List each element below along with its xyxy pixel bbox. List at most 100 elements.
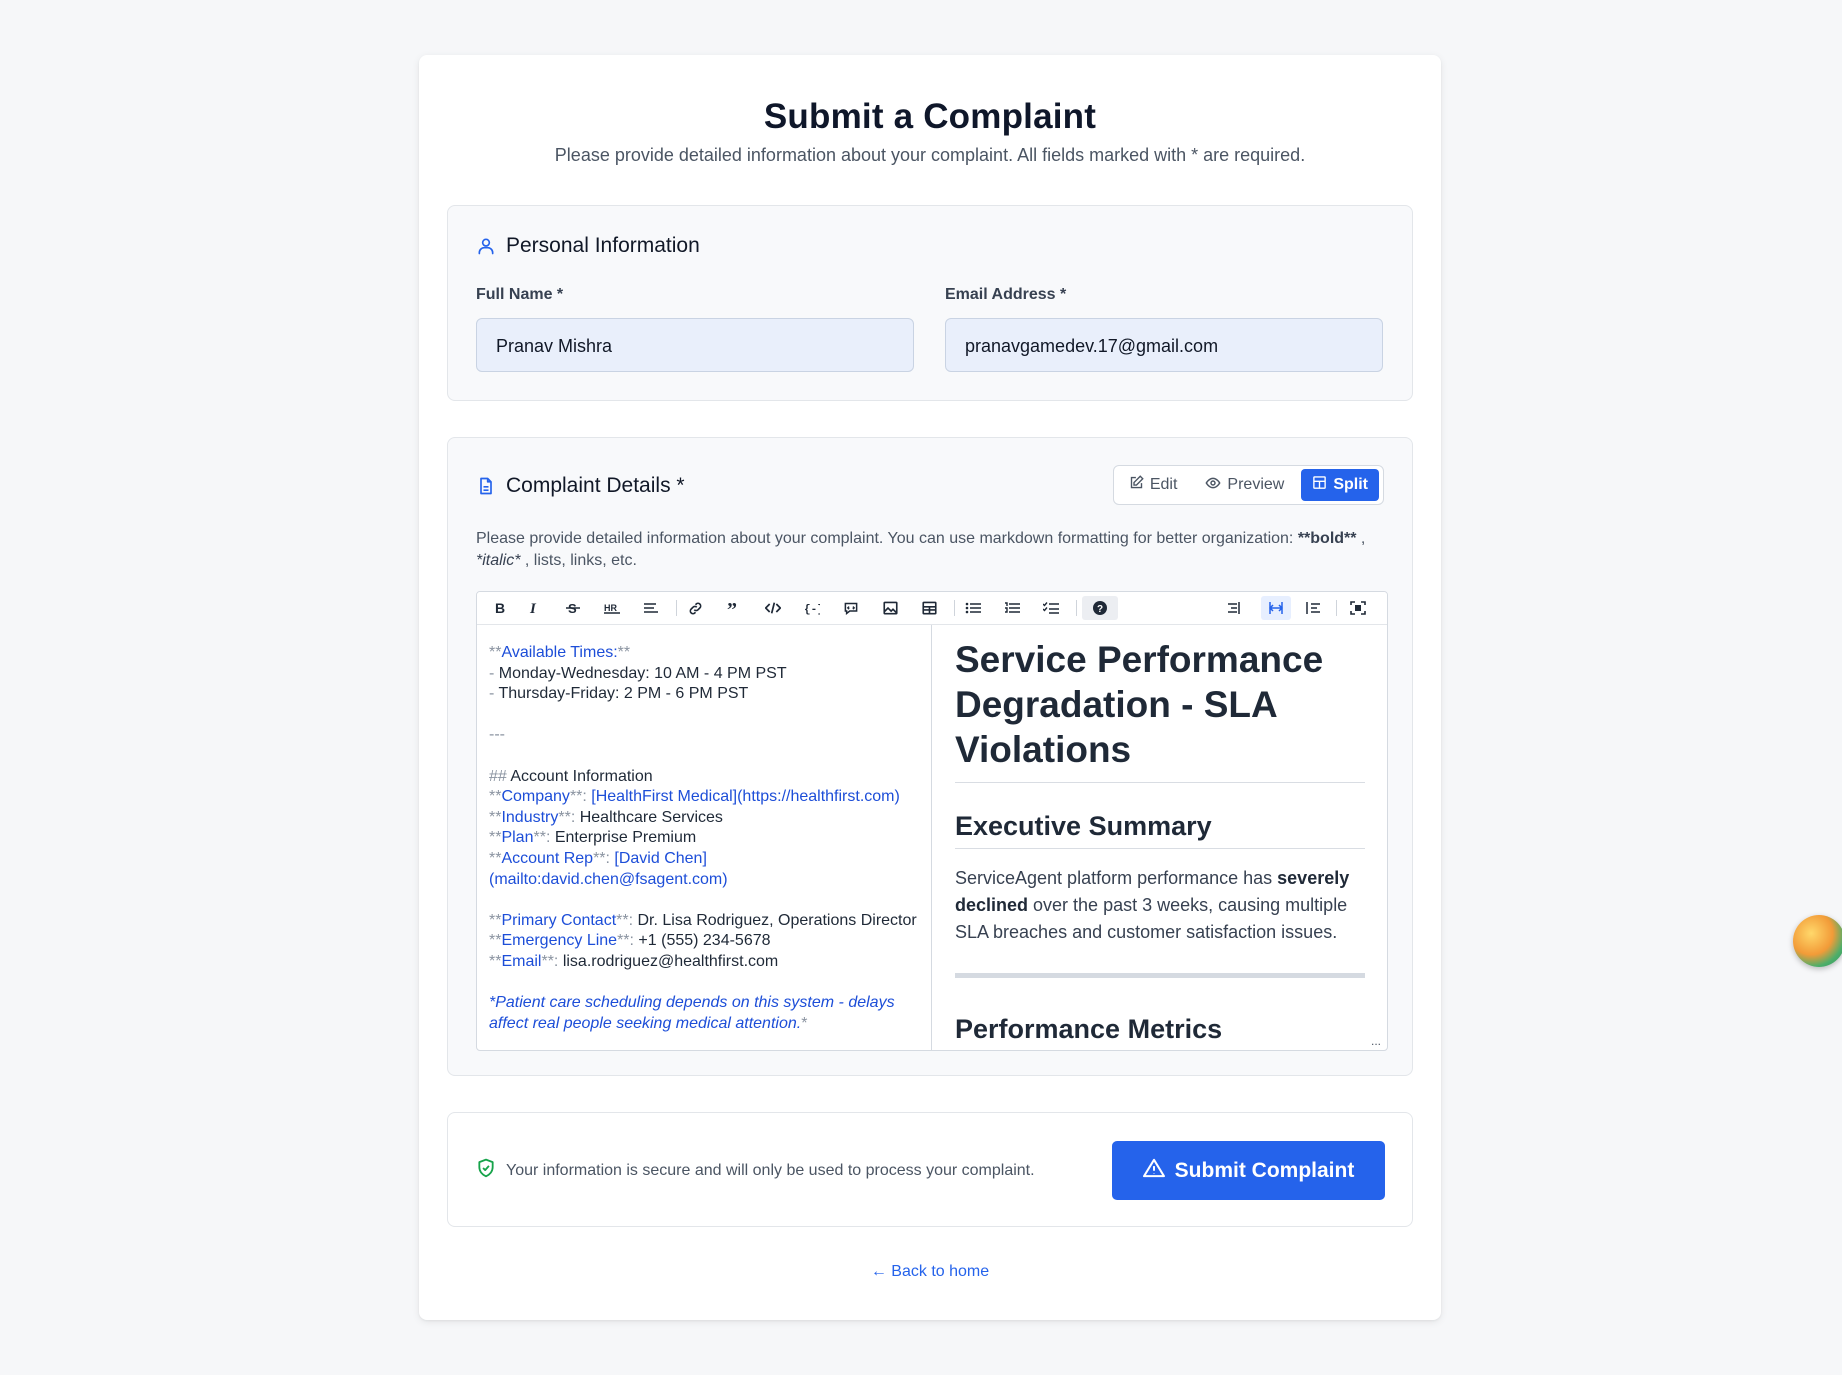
checked-list-icon[interactable] — [1038, 596, 1064, 620]
split-view-icon — [1312, 475, 1327, 495]
md-marker: ** — [489, 911, 502, 929]
security-text: Your information is secure and will only… — [506, 1161, 1035, 1179]
preview-divider — [955, 973, 1365, 978]
md-marker: ** — [489, 644, 502, 661]
quote-icon[interactable]: ” — [721, 596, 747, 620]
md-marker: ** — [489, 849, 502, 867]
ordered-list-icon[interactable] — [999, 596, 1025, 620]
complaint-card: Submit a Complaint Please provide detail… — [419, 55, 1441, 1320]
bold-icon[interactable]: B — [487, 596, 513, 620]
complaint-details-section: Complaint Details * Edit Preview Split P… — [447, 437, 1413, 1076]
source-line: **Industry**: Healthcare Services — [489, 808, 931, 829]
md-marker: **: — [541, 952, 563, 970]
md-text: Healthcare Services — [579, 808, 723, 826]
image-icon[interactable] — [877, 596, 903, 620]
md-marker: **: — [593, 849, 615, 867]
markdown-source-pane[interactable]: **Available Times:** - Monday-Wednesday:… — [477, 625, 932, 1050]
md-marker: ** — [489, 808, 502, 826]
md-bold-text: Primary Contact — [501, 911, 617, 929]
edit-mode-button[interactable]: Edit — [1118, 469, 1189, 501]
preview-text: ServiceAgent platform performance has — [955, 868, 1278, 888]
security-notice: Your information is secure and will only… — [476, 1158, 1035, 1183]
source-line: *Patient care scheduling depends on this… — [489, 994, 895, 1012]
toolbar-separator — [1336, 600, 1337, 616]
editor-toolbar: B I S HR ” {-} ? — [477, 592, 1387, 625]
strikethrough-icon[interactable]: S — [560, 596, 586, 620]
source-line: **Plan**: Enterprise Premium — [489, 828, 931, 849]
md-bold-text: Industry — [501, 808, 559, 826]
source-line: **Emergency Line**: +1 (555) 234-5678 — [489, 931, 931, 952]
md-marker: **: — [558, 808, 580, 826]
split-mode-icon[interactable] — [1261, 596, 1291, 620]
document-icon — [476, 476, 496, 496]
eye-icon — [1205, 475, 1221, 496]
submit-section: Your information is secure and will only… — [447, 1112, 1413, 1227]
source-line — [489, 890, 931, 911]
source-line: **Account Rep**: [David Chen] — [489, 849, 931, 870]
complaint-details-title: Complaint Details * — [506, 474, 685, 497]
preview-mode-label: Preview — [1227, 476, 1285, 493]
source-line: ## Account Information — [489, 767, 931, 788]
edit-mode-icon[interactable] — [1222, 596, 1248, 620]
md-marker: ** — [489, 932, 502, 950]
table-icon[interactable] — [916, 596, 942, 620]
comment-icon[interactable] — [838, 596, 864, 620]
source-line: - Monday-Wednesday: 10 AM - 4 PM PST — [489, 664, 931, 685]
md-text: Thursday-Friday: 2 PM - 6 PM PST — [498, 685, 749, 703]
md-bold-text: Plan — [501, 829, 534, 847]
fullscreen-icon[interactable] — [1343, 596, 1373, 620]
submit-label: Submit Complaint — [1174, 1158, 1355, 1182]
toolbar-separator — [676, 600, 677, 616]
md-marker: **: — [533, 829, 555, 847]
full-name-input[interactable]: Pranav Mishra — [476, 318, 914, 372]
split-mode-button[interactable]: Split — [1301, 469, 1379, 501]
md-bold-text: Account Rep — [501, 849, 594, 867]
md-marker: **: — [617, 932, 639, 950]
full-name-label: Full Name * — [476, 286, 564, 303]
email-input[interactable]: pranavgamedev.17@gmail.com — [945, 318, 1383, 372]
preview-heading-1: Service Performance Degradation - SLA Vi… — [955, 637, 1365, 783]
floating-assistant-avatar[interactable] — [1793, 915, 1842, 967]
hint-italic: *italic* — [476, 552, 521, 569]
source-line: **Available Times:** — [489, 643, 931, 664]
help-icon[interactable]: ? — [1082, 596, 1118, 620]
preview-heading-2: Executive Summary — [955, 809, 1365, 849]
svg-text:I: I — [529, 601, 537, 615]
heading-icon[interactable]: HR — [599, 596, 625, 620]
md-text: lisa.rodriguez@healthfirst.com — [562, 952, 779, 970]
preview-paragraph: ServiceAgent platform performance has se… — [955, 865, 1365, 946]
link-icon[interactable] — [682, 596, 708, 620]
md-bold-text: Email — [501, 952, 542, 970]
svg-text:{-}: {-} — [804, 604, 820, 615]
source-line: affect real people seeking medical atten… — [489, 1014, 931, 1035]
md-marker: ** — [617, 644, 631, 661]
md-bold-text: Available Times: — [501, 644, 618, 661]
svg-text:”: ” — [727, 602, 737, 614]
md-italic-text: affect real people seeking medical atten… — [489, 1014, 802, 1032]
hint-bold: **bold** — [1297, 530, 1357, 547]
back-to-home-link[interactable]: ← Back to home — [419, 1263, 1441, 1281]
source-line: --- — [489, 726, 505, 744]
preview-mode-button[interactable]: Preview — [1194, 469, 1295, 501]
md-marker: * — [801, 1014, 808, 1032]
code-block-icon[interactable]: {-} — [799, 596, 825, 620]
md-bold-text: Company — [501, 788, 570, 806]
resize-handle[interactable]: ... — [1371, 1034, 1381, 1048]
preview-mode-icon[interactable] — [1300, 596, 1326, 620]
submit-complaint-button[interactable]: Submit Complaint — [1112, 1141, 1385, 1200]
md-text: +1 (555) 234-5678 — [638, 932, 771, 950]
source-line: (mailto:david.chen@fsagent.com) — [489, 870, 728, 888]
markdown-editor: B I S HR ” {-} ? — [476, 591, 1388, 1051]
markdown-preview-pane: Service Performance Degradation - SLA Vi… — [933, 625, 1387, 1050]
code-icon[interactable] — [760, 596, 786, 620]
italic-icon[interactable]: I — [521, 596, 547, 620]
toolbar-separator — [954, 600, 955, 616]
heading-size-icon[interactable] — [638, 596, 664, 620]
source-line: **Company**: [HealthFirst Medical](https… — [489, 787, 931, 808]
svg-text:HR: HR — [604, 603, 617, 613]
unordered-list-icon[interactable] — [960, 596, 986, 620]
md-marker: ** — [489, 829, 502, 847]
md-text: Dr. Lisa Rodriguez, Operations Director — [637, 911, 917, 929]
md-marker: - — [489, 664, 499, 682]
md-marker: ** — [489, 952, 502, 970]
